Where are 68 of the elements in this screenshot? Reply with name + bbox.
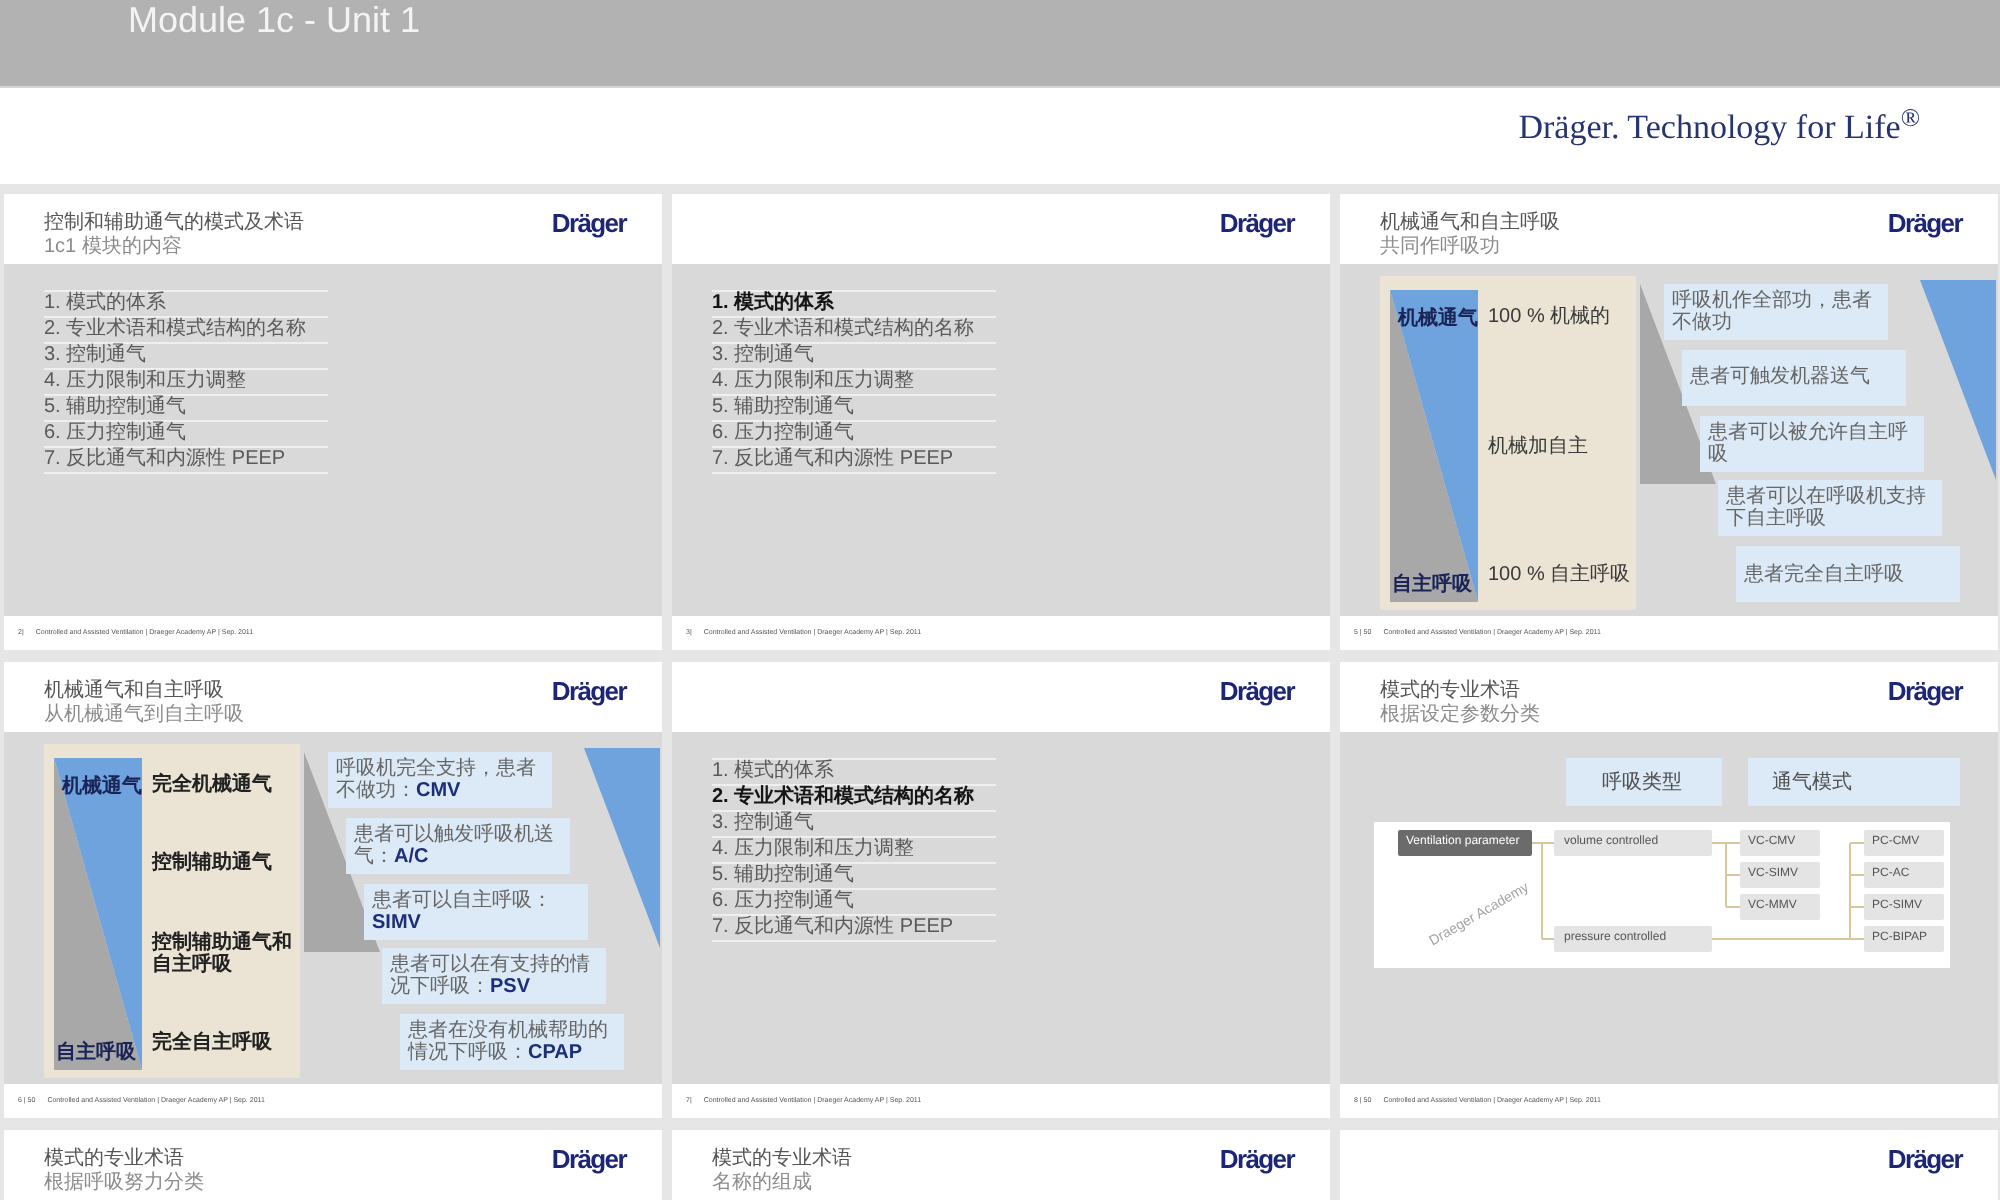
column-header: 通气模式 [1748, 758, 1960, 806]
agenda-item: 6. 压力控制通气 [44, 422, 328, 448]
scale-top-label: 机械通气 [1398, 308, 1478, 330]
mode-description: 患者可触发机器送气 [1682, 349, 1906, 406]
stage-label: 机械加自主 [1488, 435, 1590, 457]
brand-logo: Dräger [551, 1146, 626, 1174]
agenda-item: 1. 模式的体系 [712, 760, 996, 786]
column-header: 呼吸类型 [1566, 758, 1722, 806]
agenda-item: 5. 辅助控制通气 [44, 396, 328, 422]
mode-description: 患者完全自主呼吸 [1736, 546, 1960, 602]
agenda-item: 4. 压力限制和压力调整 [44, 370, 328, 396]
agenda-item: 4. 压力限制和压力调整 [712, 838, 996, 864]
mode-description: 患者在没有机械帮助的情况下呼吸：CPAP [400, 1014, 624, 1070]
agenda-item: 3. 控制通气 [712, 344, 996, 370]
brand-logo: Dräger [1219, 678, 1294, 706]
agenda-item: 5. 辅助控制通气 [712, 864, 996, 890]
slide-title: 机械通气和自主呼吸 [44, 680, 226, 703]
mode-description: 患者可以被允许自主呼吸 [1700, 415, 1924, 471]
scale-top-label: 机械通气 [62, 776, 142, 798]
agenda-item: 7. 反比通气和内源性 PEEP [712, 448, 996, 474]
stage-label: 完全机械通气 [152, 774, 274, 796]
slide-subtitle: 1c1 模块的内容 [44, 236, 184, 260]
slide-subtitle: 根据呼吸努力分类 [44, 1172, 204, 1196]
agenda-item: 2. 专业术语和模式结构的名称 [712, 786, 996, 812]
stage-label: 控制辅助通气 [152, 852, 274, 875]
scale-bottom-label: 自主呼吸 [56, 1042, 136, 1064]
mode-description: 患者可以自主呼吸：SIMV [364, 883, 588, 939]
agenda-item: 7. 反比通气和内源性 PEEP [44, 448, 328, 474]
mode-description: 患者可以触发呼吸机送气：A/C [346, 817, 570, 874]
stage-label: 100 % 自主呼吸 [1488, 564, 1632, 586]
brand-logo: Dräger [551, 678, 626, 706]
connector-line [1531, 842, 1555, 940]
brand-logo: Dräger [1887, 678, 1962, 706]
agenda-item: 6. 压力控制通气 [712, 890, 996, 916]
module-title: Module 1c - Unit 1 [128, 0, 421, 40]
slide-title: 机械通气和自主呼吸 [1380, 212, 1560, 235]
agenda-item: 7. 反比通气和内源性 PEEP [712, 916, 996, 942]
mode-description: 呼吸机作全部功，患者不做功 [1664, 284, 1888, 340]
stage-label: 完全自主呼吸 [152, 1031, 274, 1054]
brand-tagline: Dräger. Technology for Life$^{®}$ [1518, 110, 1920, 146]
agenda-item: 2. 专业术语和模式结构的名称 [44, 318, 328, 344]
agenda-item: 6. 压力控制通气 [712, 422, 996, 448]
stage-label: 控制辅助通气和自主呼吸 [152, 931, 294, 976]
brand-logo: Dräger [1219, 1146, 1294, 1174]
slide-subtitle: 共同作呼吸功 [1380, 236, 1502, 260]
slide-title: 模式的专业术语 [712, 1148, 852, 1171]
scale-bottom-label: 自主呼吸 [1392, 574, 1472, 596]
brand-logo: Dräger [1887, 1146, 1962, 1174]
agenda-item: 1. 模式的体系 [44, 292, 328, 318]
slide-title: 模式的专业术语 [44, 1148, 186, 1171]
agenda-item: 5. 辅助控制通气 [712, 396, 996, 422]
mode-description: 患者可以在有支持的情况下呼吸：PSV [382, 948, 606, 1005]
mode-description: 患者可以在呼吸机支持下自主呼吸 [1718, 480, 1942, 537]
agenda-item: 2. 专业术语和模式结构的名称 [712, 318, 996, 344]
brand-logo: Dräger [1887, 210, 1962, 238]
agenda-item: 4. 压力限制和压力调整 [712, 370, 996, 396]
agenda-item: 3. 控制通气 [44, 344, 328, 370]
slide-title: 控制和辅助通气的模式及术语 [44, 212, 304, 235]
brand-logo: Dräger [551, 210, 626, 238]
mode-description: 呼吸机完全支持，患者不做功：CMV [328, 752, 552, 808]
agenda-item: 3. 控制通气 [712, 812, 996, 838]
slide-title: 模式的专业术语 [1380, 680, 1522, 703]
slide-subtitle: 根据设定参数分类 [1380, 704, 1540, 728]
brand-logo: Dräger [1219, 210, 1294, 238]
stage-label: 100 % 机械的 [1488, 306, 1613, 328]
slide-subtitle: 名称的组成 [712, 1172, 814, 1196]
slide-subtitle: 从机械通气到自主呼吸 [44, 704, 244, 728]
agenda-item: 1. 模式的体系 [712, 292, 996, 318]
